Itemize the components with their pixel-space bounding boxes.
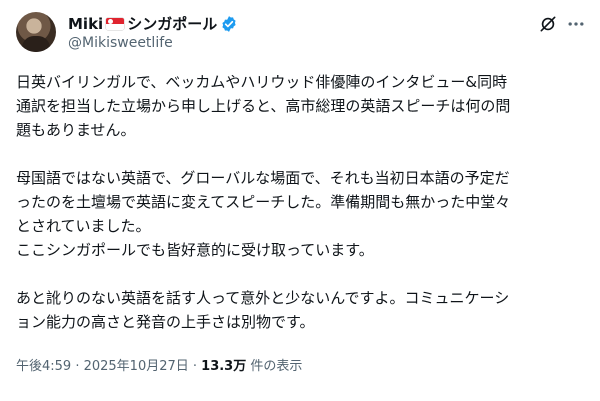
grok-icon[interactable] [538,14,558,34]
tweet-header: Miki シンガポール @Mikisweetlife [16,12,584,56]
name-row: Miki シンガポール [68,14,238,34]
display-name-suffix[interactable]: シンガポール [127,14,217,34]
singapore-flag-icon [106,18,125,30]
view-count[interactable]: 13.3万 [201,359,246,374]
verified-badge-icon [222,16,236,32]
views-label: 件の表示 [246,359,303,374]
timestamp[interactable]: 午後4:59 · 2025年10月27日 · [16,359,201,374]
avatar[interactable] [16,12,56,52]
display-name[interactable]: Miki [68,14,103,34]
user-handle[interactable]: @Mikisweetlife [68,34,173,52]
tweet-text: 日英バイリンガルで、ベッカムやハリウッド俳優陣のインタビュー&同時 通訳を担当し… [16,73,511,331]
more-options-icon[interactable] [566,14,586,34]
tweet-meta: 午後4:59 · 2025年10月27日 · 13.3万 件の表示 [16,358,302,376]
